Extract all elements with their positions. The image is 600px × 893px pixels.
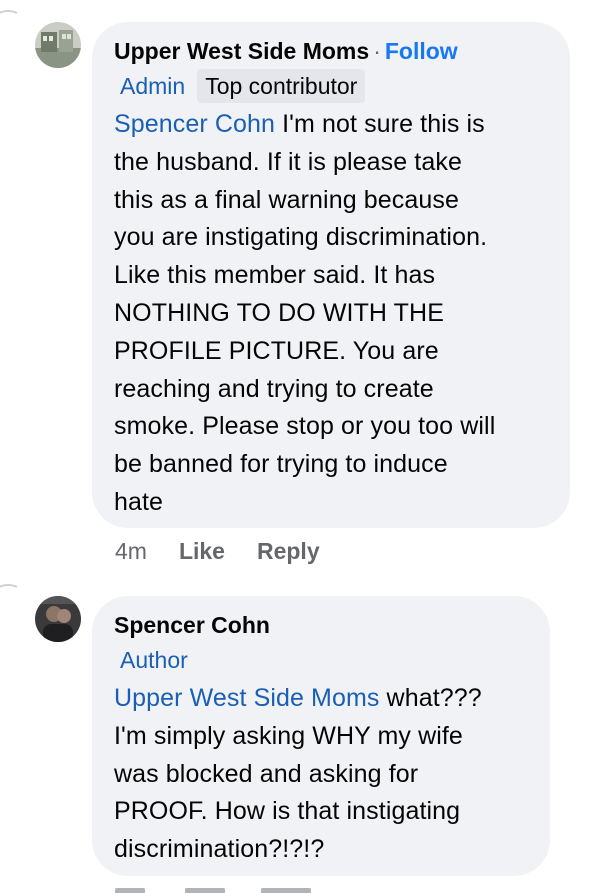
comment-thread: Upper West Side Moms · Follow Admin Top co… [0, 0, 600, 893]
comment-line-text: what??? [379, 684, 482, 712]
thread-connector [0, 3, 37, 61]
badge-row: Admin Top contributor [114, 68, 548, 104]
like-button[interactable]: Like [179, 538, 225, 565]
avatar-spencer-cohn[interactable] [35, 596, 81, 642]
comment-line: PROOF. How is that instigating [114, 797, 461, 826]
comment-line: hate [114, 487, 164, 516]
comment-text: Spencer Cohn I'm not sure this is the hu… [114, 106, 548, 522]
comment-line: Spencer Cohn I'm not sure this is [114, 106, 548, 144]
comment-line: I'm simply asking WHY my wife [114, 721, 463, 750]
top-contributor-badge: Top contributor [197, 69, 366, 103]
comment-line: be banned for trying to induce [114, 450, 448, 479]
comment-line: reaching and trying to create [114, 374, 434, 403]
comment-line: discrimination?!?!? [114, 835, 325, 864]
comment-line: the husband. If it is please take [114, 147, 462, 176]
comment-line: you are instigating discrimination. [114, 223, 488, 252]
comment-line: Upper West Side Moms what??? [114, 680, 528, 718]
follow-button[interactable]: Follow [385, 38, 458, 64]
author-name[interactable]: Upper West Side Moms [114, 38, 369, 64]
thread-connector [0, 577, 37, 635]
separator-dot: · [373, 38, 381, 64]
comment-line: Like this member said. It has [114, 261, 436, 290]
comment-header: Spencer Cohn [114, 610, 528, 640]
comment-bubble: Upper West Side Moms · Follow Admin Top co… [92, 22, 570, 528]
comment-line: was blocked and asking for [114, 759, 419, 788]
comment-actions: 4m Like Reply [115, 538, 320, 565]
mention-link[interactable]: Upper West Side Moms [114, 684, 380, 712]
author-name[interactable]: Spencer Cohn [114, 612, 270, 638]
cropped-actions-row [115, 884, 365, 893]
mention-link[interactable]: Spencer Cohn [114, 110, 275, 138]
comment-line: smoke. Please stop or you too will [114, 412, 496, 441]
comment-header: Upper West Side Moms · Follow [114, 36, 548, 66]
comment-line: this as a final warning because [114, 185, 459, 214]
timestamp[interactable]: 4m [115, 538, 147, 565]
comment-bubble: Spencer Cohn Author Upper West Side Moms… [92, 596, 550, 876]
comment-line: NOTHING TO DO WITH THE [114, 298, 444, 327]
avatar-group[interactable] [35, 22, 81, 68]
badge-row: Author [114, 642, 528, 678]
comment-line: PROFILE PICTURE. You are [114, 336, 439, 365]
author-badge: Author [120, 647, 188, 673]
reply-button[interactable]: Reply [257, 538, 320, 565]
comment-line-text: I'm not sure this is [275, 110, 485, 138]
admin-badge: Admin [120, 73, 186, 99]
comment-text: Upper West Side Moms what??? I'm simply … [114, 680, 528, 869]
